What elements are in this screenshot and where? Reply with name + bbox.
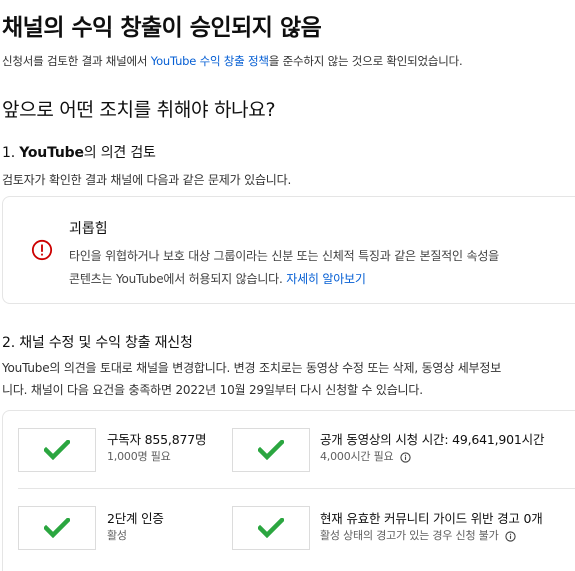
requirement-strikes-check (232, 506, 310, 550)
issue-card: 괴롭힘 타인을 위협하거나 보호 대상 그룹이라는 신분 또는 신체적 특징과 … (2, 196, 575, 304)
requirement-watch-hours-title: 공개 동영상의 시청 시간: 49,641,901시간 (320, 432, 545, 447)
issue-description-line1: 타인을 위협하거나 보호 대상 그룹이라는 신분 또는 신체적 특징과 같은 본… (69, 249, 500, 263)
checkmark-icon (258, 518, 284, 538)
page-title: 채널의 수익 창출이 승인되지 않음 (2, 15, 322, 41)
step-1-brand: YouTube (19, 145, 84, 161)
next-steps-heading: 앞으로 어떤 조치를 취해야 하나요? (2, 99, 276, 121)
requirement-strikes-title: 현재 유효한 커뮤니티 가이드 위반 경고 0개 (320, 511, 543, 526)
step-2-heading: 2. 채널 수정 및 수익 창출 재신청 (2, 332, 193, 352)
requirement-watch-hours-needed-text: 4,000시간 필요 (320, 450, 394, 463)
issue-title: 괴롭힘 (69, 221, 108, 237)
monetization-policy-link[interactable]: YouTube 수익 창출 정책 (151, 54, 269, 68)
learn-more-link[interactable]: 자세히 알아보기 (286, 272, 366, 286)
requirement-2fa-check (18, 506, 96, 550)
requirement-2fa-status: 활성 (107, 529, 127, 542)
reapply-description-line2: 니다. 채널이 다음 요건을 충족하면 2022년 10월 29일부터 다시 신… (2, 383, 423, 397)
checkmark-icon (258, 440, 284, 460)
requirement-2fa-title: 2단계 인증 (107, 511, 164, 526)
requirement-subscribers-needed: 1,000명 필요 (107, 450, 171, 463)
warning-circle-icon (31, 239, 53, 261)
step-1-number: 1. (2, 145, 15, 161)
step-2-text: 채널 수정 및 수익 창출 재신청 (19, 335, 193, 351)
requirement-watch-hours-needed: 4,000시간 필요 (320, 448, 411, 464)
step-2-number: 2. (2, 335, 15, 351)
requirement-watch-hours-check (232, 428, 310, 472)
summary-text-suffix: 을 준수하지 않는 것으로 확인되었습니다. (268, 54, 463, 68)
issue-description-line2: 콘텐츠는 YouTube에서 허용되지 않습니다. 자세히 알아보기 (69, 268, 499, 291)
review-description: 검토자가 확인한 결과 채널에 다음과 같은 문제가 있습니다. (2, 173, 292, 187)
requirement-strikes-note-text: 활성 상태의 경고가 있는 경우 신청 불가 (320, 529, 499, 542)
info-icon[interactable] (505, 530, 516, 542)
summary-text-prefix: 신청서를 검토한 결과 채널에서 (2, 54, 151, 68)
rejection-summary: 신청서를 검토한 결과 채널에서 YouTube 수익 창출 정책을 준수하지 … (2, 53, 463, 69)
requirements-divider (18, 488, 575, 489)
info-icon[interactable] (400, 451, 411, 463)
step-1-text: 의 의견 검토 (83, 145, 156, 161)
requirement-strikes-note: 활성 상태의 경고가 있는 경우 신청 불가 (320, 527, 516, 543)
requirement-subscribers-title: 구독자 855,877명 (107, 432, 207, 447)
issue-description: 타인을 위협하거나 보호 대상 그룹이라는 신분 또는 신체적 특징과 같은 본… (69, 245, 499, 291)
reapply-description: YouTube의 의견을 토대로 채널을 변경합니다. 변경 조치로는 동영상 … (2, 357, 501, 401)
checkmark-icon (44, 440, 70, 460)
step-1-heading: 1. YouTube의 의견 검토 (2, 142, 156, 162)
requirement-subscribers-check (18, 428, 96, 472)
issue-description-line2-text: 콘텐츠는 YouTube에서 허용되지 않습니다. (69, 272, 287, 286)
checkmark-icon (44, 518, 70, 538)
reapply-description-line1: YouTube의 의견을 토대로 채널을 변경합니다. 변경 조치로는 동영상 … (2, 361, 502, 375)
